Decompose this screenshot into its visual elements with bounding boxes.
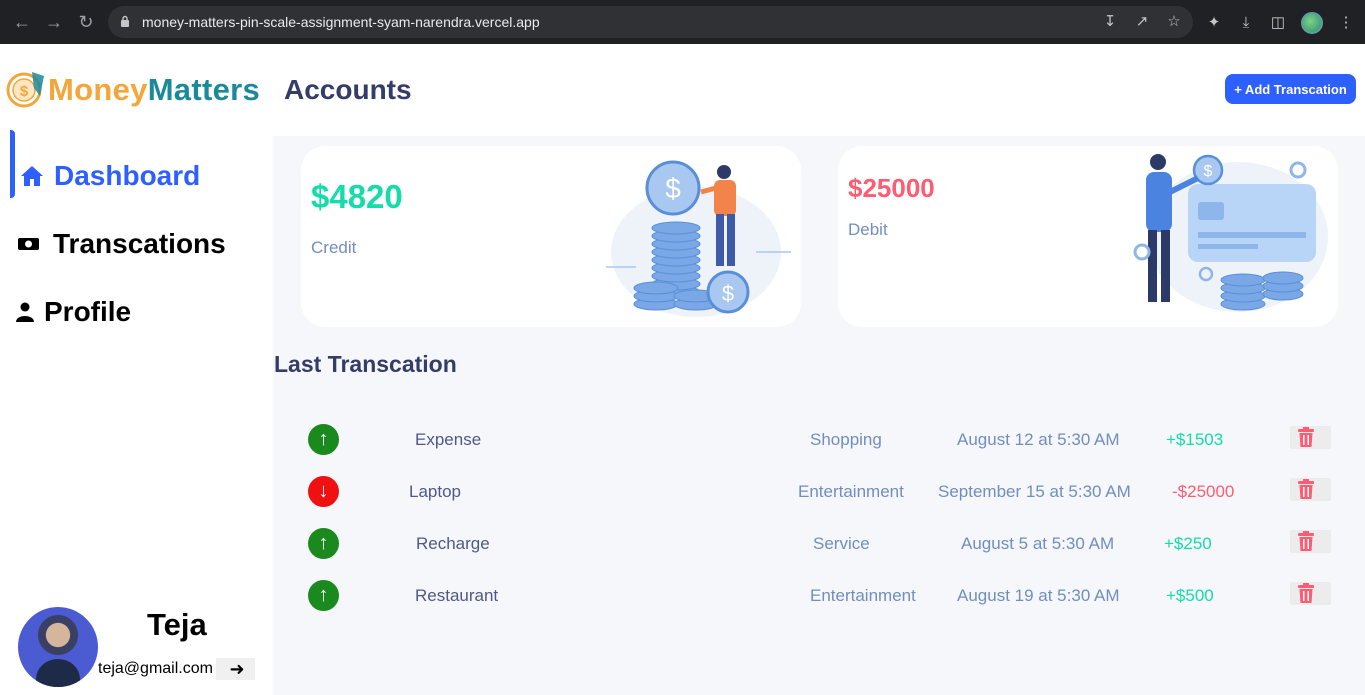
address-bar[interactable]: money-matters-pin-scale-assignment-syam-…: [108, 6, 1193, 38]
page-title: Accounts: [284, 74, 412, 105]
install-icon[interactable]: ↧: [1101, 13, 1119, 31]
money-icon: [18, 238, 39, 250]
sidebar-item-label: Transcations: [53, 228, 226, 259]
forward-icon[interactable]: →: [42, 10, 66, 34]
transaction-date: August 5 at 5:30 AM: [961, 534, 1115, 553]
transaction-name: Restaurant: [415, 586, 499, 605]
trash-icon: [1298, 479, 1314, 499]
debit-illustration: $: [1133, 154, 1328, 312]
transaction-name: Expense: [415, 430, 482, 449]
credit-card: $4820 Credit $ $: [301, 146, 801, 327]
avatar: [18, 607, 98, 687]
side-panel-icon[interactable]: ◫: [1269, 14, 1287, 32]
transaction-date: August 19 at 5:30 AM: [957, 586, 1120, 605]
delete-button[interactable]: [1290, 426, 1331, 449]
reload-icon[interactable]: ↻: [74, 10, 98, 34]
add-transaction-button[interactable]: + Add Transcation: [1225, 74, 1356, 104]
money-logo-icon: $: [6, 72, 44, 108]
transaction-category: Entertainment: [798, 482, 904, 501]
debit-label: Debit: [848, 220, 888, 239]
table-row: ↑ Recharge Service August 5 at 5:30 AM +…: [273, 526, 1365, 566]
sidebar-item-profile[interactable]: Profile: [0, 296, 131, 328]
transaction-date: September 15 at 5:30 AM: [938, 482, 1131, 501]
share-icon[interactable]: ↗: [1133, 13, 1151, 31]
svg-text:$: $: [665, 173, 681, 204]
browser-profile-avatar[interactable]: [1301, 12, 1323, 34]
arrow-up-icon: ↑: [308, 424, 339, 455]
credit-illustration: $ $: [606, 160, 791, 317]
delete-button[interactable]: [1290, 582, 1331, 605]
user-email: teja@gmail.com: [98, 660, 213, 677]
user-icon: [16, 302, 34, 322]
transaction-name: Laptop: [409, 482, 461, 501]
delete-button[interactable]: [1290, 478, 1331, 501]
lock-icon: [121, 15, 129, 27]
svg-text:$: $: [1204, 163, 1213, 180]
transaction-amount: -$25000: [1172, 482, 1235, 501]
main-content: $4820 Credit $ $ $25000 Debit $ Last Tra…: [273, 136, 1365, 695]
transaction-date: August 12 at 5:30 AM: [957, 430, 1120, 449]
transaction-amount: +$250: [1164, 534, 1212, 553]
logout-button[interactable]: ➜: [216, 658, 255, 680]
url-text: money-matters-pin-scale-assignment-syam-…: [142, 14, 540, 30]
download-icon[interactable]: ⤓: [1237, 14, 1255, 32]
transaction-name: Recharge: [416, 534, 490, 553]
arrow-up-icon: ↑: [308, 580, 339, 611]
browser-chrome: ← → ↻ money-matters-pin-scale-assignment…: [0, 0, 1365, 44]
logout-icon: ➜: [229, 659, 245, 679]
trash-icon: [1298, 583, 1314, 603]
user-name: Teja: [147, 607, 207, 642]
transaction-category: Entertainment: [810, 586, 916, 605]
table-row: ↓ Laptop Entertainment September 15 at 5…: [273, 474, 1365, 514]
menu-kebab-icon[interactable]: ⋮: [1337, 14, 1355, 32]
sidebar-item-label: Profile: [44, 296, 132, 327]
app-logo-text: MoneyMatters: [48, 72, 261, 107]
bookmark-star-icon[interactable]: ☆: [1165, 13, 1183, 31]
app-header: $ MoneyMatters Accounts + Add Transcatio…: [0, 44, 1365, 136]
arrow-down-icon: ↓: [308, 476, 339, 507]
sidebar: Dashboard Transcations Profile Teja teja…: [0, 130, 273, 695]
sidebar-item-label: Dashboard: [54, 160, 201, 191]
svg-text:$: $: [20, 83, 29, 100]
sidebar-item-transcations[interactable]: Transcations: [0, 228, 226, 260]
trash-icon: [1298, 427, 1314, 447]
transaction-amount: +$500: [1166, 586, 1214, 605]
transaction-category: Shopping: [810, 430, 882, 449]
debit-amount: $25000: [848, 173, 935, 203]
section-title: Last Transcation: [274, 351, 457, 377]
arrow-up-icon: ↑: [308, 528, 339, 559]
home-icon: [21, 166, 43, 186]
sidebar-item-dashboard[interactable]: Dashboard: [0, 130, 201, 198]
transaction-category: Service: [813, 534, 870, 553]
delete-button[interactable]: [1290, 530, 1331, 553]
table-row: ↑ Expense Shopping August 12 at 5:30 AM …: [273, 422, 1365, 462]
back-icon[interactable]: ←: [10, 10, 34, 34]
debit-card: $25000 Debit $: [838, 146, 1338, 327]
transaction-amount: +$1503: [1166, 430, 1224, 449]
trash-icon: [1298, 531, 1314, 551]
extensions-icon[interactable]: ✦: [1205, 14, 1223, 32]
table-row: ↑ Restaurant Entertainment August 19 at …: [273, 578, 1365, 618]
svg-text:$: $: [722, 281, 734, 306]
credit-amount: $4820: [311, 178, 403, 215]
credit-label: Credit: [311, 238, 357, 257]
